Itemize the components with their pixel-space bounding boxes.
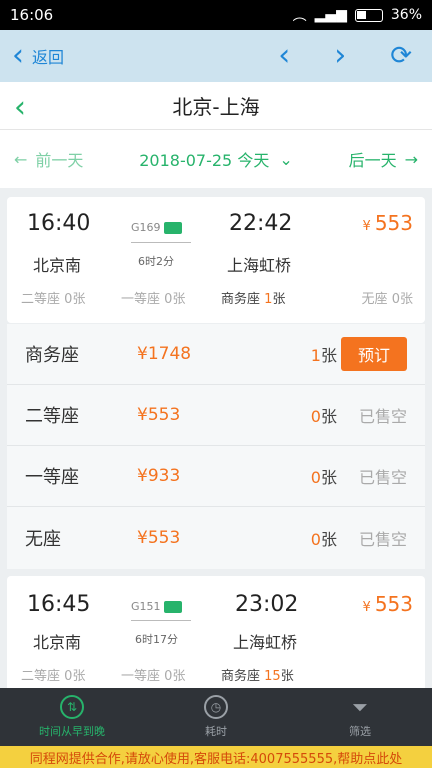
seat-row: 商务座 ¥1748 1张 预订 xyxy=(7,324,425,385)
current-date: 2018-07-25 今天 xyxy=(139,151,270,170)
title-bar: ‹ 北京-上海 xyxy=(0,82,432,130)
prev-day-label: 前一天 xyxy=(35,151,84,170)
browser-back-label: 返回 xyxy=(32,48,65,67)
seat-price: ¥553 xyxy=(137,527,181,548)
seat-name: 无座 xyxy=(25,528,61,550)
seat-name: 商务座 xyxy=(25,345,79,366)
seat-count: 0张 xyxy=(310,407,337,426)
sort-icon: ⇅ xyxy=(60,695,84,719)
train-card[interactable]: 16:40 G169 6时2分 22:42 ¥553 北京南 上海虹桥 二等座 … xyxy=(7,197,425,323)
chevron-down-icon: ⌄ xyxy=(279,149,293,169)
signal-icon: ▂▄▆ xyxy=(314,7,347,23)
train-number: G151 xyxy=(131,600,182,613)
status-time: 16:06 xyxy=(10,6,54,24)
tab-label: 时间从早到晚 xyxy=(39,725,105,738)
seat-name: 一等座 xyxy=(25,467,79,488)
date-bar: ← 前一天 2018-07-25 今天 ⌄ 后一天 → xyxy=(0,130,432,188)
seat-price: ¥1748 xyxy=(137,344,192,364)
divider xyxy=(131,242,191,243)
tab-filter[interactable]: ⏷ 筛选 xyxy=(288,688,432,746)
id-card-icon xyxy=(163,221,182,234)
duration: 6时17分 xyxy=(135,633,178,646)
seat-count: 1张 xyxy=(310,346,337,365)
prev-day-button[interactable]: ← 前一天 xyxy=(14,147,83,171)
seat-availability: 二等座 0张 xyxy=(21,292,86,307)
seat-name: 二等座 xyxy=(25,406,79,427)
depart-time: 16:40 xyxy=(27,211,91,236)
browser-next-button[interactable]: › xyxy=(334,41,346,71)
id-card-icon xyxy=(163,600,182,613)
status-bar: 16:06 ︵ ▂▄▆ 36% xyxy=(0,0,432,30)
browser-toolbar: ‹ 返回 ‹ › ⟳ xyxy=(0,30,432,82)
seat-row: 二等座 ¥553 0张 已售空 xyxy=(7,385,425,446)
date-selector[interactable]: 2018-07-25 今天 ⌄ xyxy=(83,147,348,171)
refresh-icon[interactable]: ⟳ xyxy=(390,43,412,69)
next-day-button[interactable]: 后一天 → xyxy=(349,147,418,171)
tab-label: 筛选 xyxy=(349,725,371,738)
depart-station: 北京南 xyxy=(33,633,82,652)
seat-availability: 一等座 0张 xyxy=(121,292,186,307)
ticket-price: ¥553 xyxy=(362,592,413,616)
seat-availability: 无座 0张 xyxy=(361,292,413,307)
seat-availability: 商务座 1张 xyxy=(221,292,286,307)
seat-count: 0张 xyxy=(310,529,337,549)
arrive-time: 23:02 xyxy=(235,592,299,617)
train-number: G169 xyxy=(131,221,182,234)
sold-out-label: 已售空 xyxy=(358,468,407,487)
seat-price: ¥933 xyxy=(137,466,181,486)
browser-prev-button[interactable]: ‹ xyxy=(278,41,290,71)
arrive-station: 上海虹桥 xyxy=(227,256,292,275)
browser-back-button[interactable]: ‹ 返回 xyxy=(12,41,278,71)
seat-availability: 商务座 15张 xyxy=(221,669,294,684)
bottom-tab-bar: ⇅ 时间从早到晚 ◷ 耗时 ⏷ 筛选 xyxy=(0,688,432,746)
arrow-right-icon: → xyxy=(404,149,418,169)
seat-availability: 二等座 0张 xyxy=(21,669,86,684)
ticket-price: ¥553 xyxy=(362,211,413,235)
arrive-time: 22:42 xyxy=(229,211,293,236)
sold-out-label: 已售空 xyxy=(358,407,407,426)
seat-row: 无座 ¥553 0张 已售空 xyxy=(7,507,425,568)
battery-icon xyxy=(354,8,383,22)
arrow-left-icon: ← xyxy=(14,149,28,169)
book-button[interactable]: 预订 xyxy=(341,337,407,371)
arrive-station: 上海虹桥 xyxy=(233,633,298,652)
wifi-icon: ︵ xyxy=(292,8,307,24)
chevron-left-icon: ‹ xyxy=(12,38,24,73)
page-title: 北京-上海 xyxy=(172,95,260,119)
ad-banner[interactable]: 同程网提供合作,请放心使用,客服电话:4007555555,帮助点此处 xyxy=(0,746,432,768)
depart-time: 16:45 xyxy=(27,592,91,617)
tab-label: 耗时 xyxy=(205,725,227,738)
filter-icon: ⏷ xyxy=(352,695,368,719)
train-card[interactable]: 16:45 G151 6时17分 23:02 ¥553 北京南 上海虹桥 二等座… xyxy=(7,576,425,688)
duration: 6时2分 xyxy=(138,255,174,268)
depart-station: 北京南 xyxy=(33,256,82,275)
divider xyxy=(131,620,191,621)
tab-duration[interactable]: ◷ 耗时 xyxy=(144,688,288,746)
back-icon[interactable]: ‹ xyxy=(14,90,26,125)
seat-row: 一等座 ¥933 0张 已售空 xyxy=(7,446,425,507)
clock-icon: ◷ xyxy=(204,695,228,719)
sold-out-label: 已售空 xyxy=(358,529,407,549)
seat-detail-list: 商务座 ¥1748 1张 预订 二等座 ¥553 0张 已售空 一等座 ¥933… xyxy=(7,324,425,569)
seat-availability: 一等座 0张 xyxy=(121,669,186,684)
battery-percent: 36% xyxy=(390,7,422,23)
tab-sort-time[interactable]: ⇅ 时间从早到晚 xyxy=(0,688,144,746)
seat-count: 0张 xyxy=(310,468,337,487)
next-day-label: 后一天 xyxy=(348,151,397,170)
seat-price: ¥553 xyxy=(137,405,181,425)
